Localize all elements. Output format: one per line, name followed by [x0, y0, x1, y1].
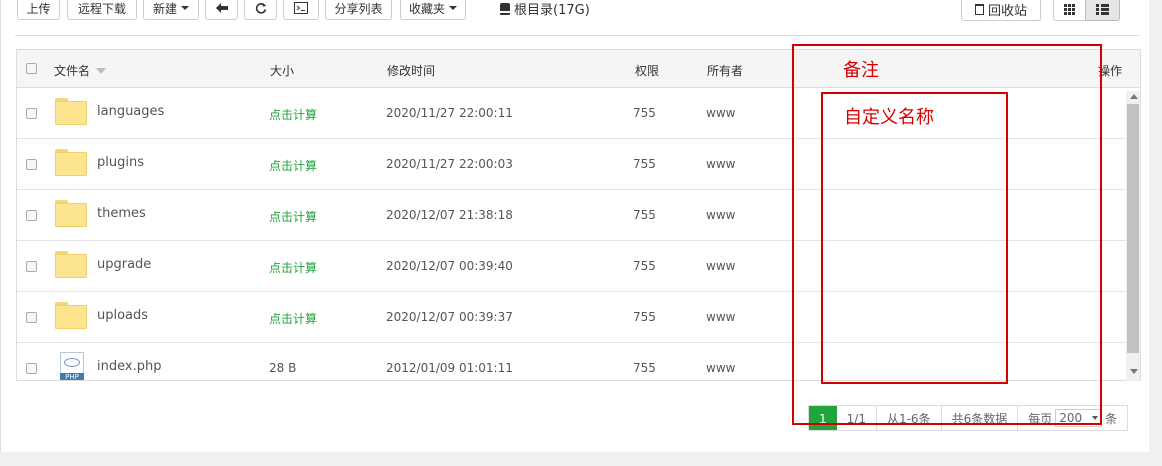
mtime: 2020/11/27 22:00:03: [386, 157, 513, 171]
file-name[interactable]: languages: [97, 104, 164, 119]
recycle-bin-button[interactable]: 回收站: [961, 0, 1041, 21]
disk-icon: [500, 3, 510, 15]
size-calc-link[interactable]: 点击计算: [269, 310, 317, 327]
terminal-icon: [294, 2, 308, 14]
owner[interactable]: www: [706, 361, 735, 375]
favorites-dropdown-button[interactable]: 收藏夹: [400, 0, 466, 20]
permission[interactable]: 755: [633, 106, 656, 120]
mtime: 2012/01/09 01:01:11: [386, 361, 513, 375]
permission[interactable]: 755: [633, 157, 656, 171]
grid-icon: [1064, 3, 1075, 15]
list-icon: [1096, 3, 1109, 15]
annotation-custom-name-box: [821, 92, 1008, 384]
terminal-button[interactable]: [283, 0, 319, 20]
folder-icon: [55, 251, 87, 278]
share-list-label: 分享列表: [334, 1, 383, 16]
file-size: 28 B: [269, 361, 297, 375]
remote-download-button[interactable]: 远程下载: [67, 0, 137, 20]
size-calc-link[interactable]: 点击计算: [269, 208, 317, 225]
refresh-button[interactable]: [244, 0, 277, 20]
per-page-unit: 条: [1105, 412, 1118, 426]
mtime: 2020/11/27 22:00:11: [386, 106, 513, 120]
select-all-checkbox[interactable]: [26, 63, 37, 74]
list-view-button[interactable]: [1085, 0, 1120, 21]
new-dropdown-button[interactable]: 新建: [143, 0, 199, 20]
back-button[interactable]: [205, 0, 238, 20]
remote-download-label: 远程下载: [77, 1, 126, 16]
scroll-up-arrow-icon[interactable]: [1130, 94, 1138, 99]
root-directory-link[interactable]: 根目录(17G): [500, 0, 590, 18]
size-calc-link[interactable]: 点击计算: [269, 106, 317, 123]
row-checkbox[interactable]: [26, 261, 37, 272]
page-frame-bottom: [0, 452, 1162, 466]
mtime: 2020/12/07 00:39:37: [386, 310, 513, 324]
mtime: 2020/12/07 00:39:40: [386, 259, 513, 273]
php-file-label: PHP: [60, 373, 84, 380]
chevron-down-icon: [449, 6, 457, 10]
favorites-label: 收藏夹: [408, 1, 445, 16]
mtime: 2020/12/07 21:38:18: [386, 208, 513, 222]
size-calc-link[interactable]: 点击计算: [269, 157, 317, 174]
upload-label: 上传: [26, 1, 51, 16]
sort-down-icon: [96, 68, 107, 74]
folder-icon: [55, 98, 87, 125]
column-owner-header: 所有者: [707, 64, 744, 78]
grid-view-button[interactable]: [1053, 0, 1086, 21]
owner[interactable]: www: [706, 157, 735, 171]
file-name[interactable]: index.php: [97, 359, 161, 374]
file-manager: 上传 远程下载 新建 分享列表 收藏夹 根目录(17G) 回收站 文件名 大小 …: [0, 0, 1162, 466]
permission[interactable]: 755: [633, 208, 656, 222]
size-calc-link[interactable]: 点击计算: [269, 259, 317, 276]
column-name-header[interactable]: 文件名: [54, 62, 107, 79]
recycle-bin-label: 回收站: [987, 3, 1027, 19]
upload-button[interactable]: 上传: [17, 0, 60, 20]
php-file-icon: PHP: [60, 352, 84, 380]
file-name[interactable]: uploads: [97, 308, 148, 323]
folder-icon: [55, 302, 87, 329]
refresh-icon: [255, 3, 266, 14]
file-name[interactable]: plugins: [97, 155, 144, 170]
column-size-header: 大小: [270, 64, 295, 78]
root-directory-label: 根目录(17G): [514, 3, 590, 18]
row-checkbox[interactable]: [26, 363, 37, 374]
column-name-label: 文件名: [54, 64, 91, 78]
permission[interactable]: 755: [633, 259, 656, 273]
share-list-button[interactable]: 分享列表: [325, 0, 392, 20]
trash-icon: [974, 3, 984, 15]
annotation-note-label: 备注: [843, 60, 879, 81]
column-mtime-header: 修改时间: [387, 64, 436, 78]
row-checkbox[interactable]: [26, 159, 37, 170]
permission[interactable]: 755: [633, 310, 656, 324]
arrow-left-icon: [215, 3, 228, 13]
divider: [15, 35, 1140, 36]
column-perm-header: 权限: [635, 64, 660, 78]
permission[interactable]: 755: [633, 361, 656, 375]
row-checkbox[interactable]: [26, 108, 37, 119]
owner[interactable]: www: [706, 259, 735, 273]
scroll-down-arrow-icon[interactable]: [1130, 369, 1138, 374]
folder-icon: [55, 200, 87, 227]
owner[interactable]: www: [706, 106, 735, 120]
panel-border: [0, 0, 1, 452]
folder-icon: [55, 149, 87, 176]
new-label: 新建: [152, 1, 177, 16]
file-name[interactable]: themes: [97, 206, 146, 221]
owner[interactable]: www: [706, 310, 735, 324]
row-checkbox[interactable]: [26, 312, 37, 323]
chevron-down-icon: [181, 6, 189, 10]
annotation-custom-name-label: 自定义名称: [844, 107, 934, 128]
owner[interactable]: www: [706, 208, 735, 222]
row-checkbox[interactable]: [26, 210, 37, 221]
scrollbar-thumb[interactable]: [1127, 104, 1139, 353]
file-name[interactable]: upgrade: [97, 257, 151, 272]
page-frame-right: [1149, 0, 1162, 466]
